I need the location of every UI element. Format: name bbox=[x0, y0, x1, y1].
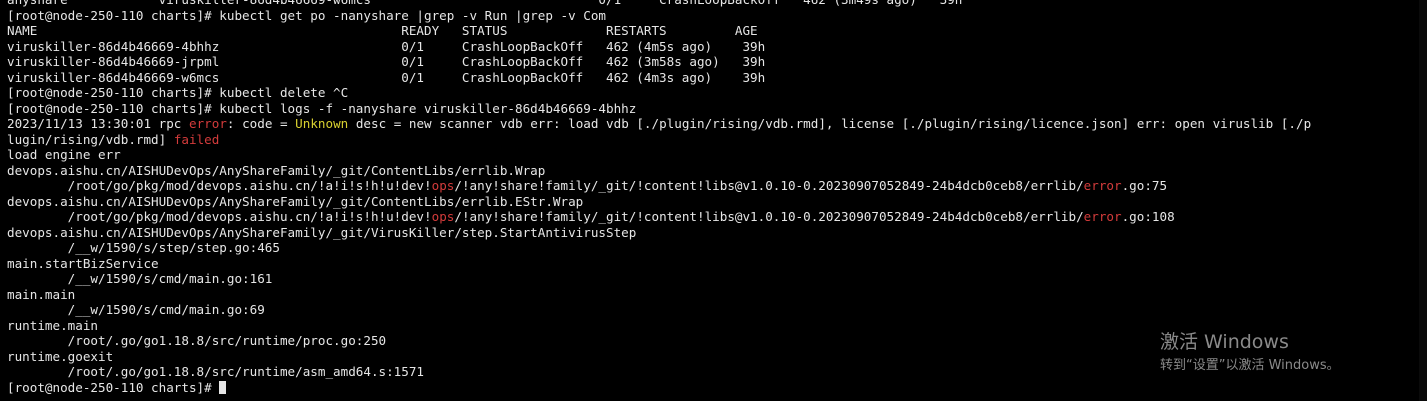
terminal-line: devops.aishu.cn/AISHUDevOps/AnyShareFami… bbox=[7, 225, 1417, 241]
terminal-text: /!any!share!family/_git/!content!libs@v1… bbox=[454, 178, 1084, 193]
watermark-title: 激活 Windows bbox=[1160, 331, 1289, 353]
highlight-error-text: ops bbox=[431, 178, 455, 193]
watermark-subtitle: 转到“设置”以激活 Windows。 bbox=[1160, 358, 1340, 373]
terminal-text: main.startBizService bbox=[7, 255, 159, 271]
terminal-text: desc = new scanner vdb err: load vdb [./… bbox=[348, 116, 1312, 131]
terminal-line: main.startBizService bbox=[7, 256, 1417, 272]
terminal-line: devops.aishu.cn/AISHUDevOps/AnyShareFami… bbox=[7, 194, 1417, 210]
highlight-error-text: error bbox=[188, 116, 227, 131]
terminal-line: /__w/1590/s/step/step.go:465 bbox=[7, 240, 1417, 256]
windows-activation-watermark: 激活 Windows 转到“设置”以激活 Windows。 bbox=[1160, 330, 1340, 375]
terminal-line: [root@node-250-110 charts]# kubectl dele… bbox=[7, 85, 1417, 101]
terminal-text: devops.aishu.cn/AISHUDevOps/AnyShareFami… bbox=[7, 162, 546, 178]
terminal-text: viruskiller-86d4b46669-jrpml 0/1 CrashLo… bbox=[7, 54, 766, 69]
terminal-text: 2023/11/13 13:30:01 rpc bbox=[7, 116, 189, 131]
terminal-text: .go:75 bbox=[1121, 178, 1168, 193]
terminal-line: [root@node-250-110 charts]# kubectl get … bbox=[7, 8, 1417, 24]
terminal-text: /!any!share!family/_git/!content!libs@v1… bbox=[454, 209, 1084, 224]
terminal-text: [root@node-250-110 charts]# kubectl dele… bbox=[7, 85, 349, 100]
terminal-text: NAME READY STATUS RESTARTS AGE bbox=[7, 23, 758, 38]
terminal-line: 2023/11/13 13:30:01 rpc error: code = Un… bbox=[7, 116, 1417, 132]
terminal-text: viruskiller-86d4b46669-4bhhz 0/1 CrashLo… bbox=[7, 38, 766, 54]
terminal-line: /__w/1590/s/cmd/main.go:69 bbox=[7, 302, 1417, 318]
highlight-error-text: ops bbox=[431, 209, 455, 224]
terminal-line: viruskiller-86d4b46669-w6mcs 0/1 CrashLo… bbox=[7, 70, 1417, 86]
terminal-line: lugin/rising/vdb.rmd] failed bbox=[7, 132, 1417, 148]
terminal-line: devops.aishu.cn/AISHUDevOps/AnyShareFami… bbox=[7, 163, 1417, 179]
highlight-error-text: failed bbox=[173, 131, 220, 147]
terminal-text: devops.aishu.cn/AISHUDevOps/AnyShareFami… bbox=[7, 193, 584, 209]
terminal-line: [root@node-250-110 charts]# kubectl logs… bbox=[7, 101, 1417, 117]
terminal-text: /root/.go/go1.18.8/src/runtime/proc.go:2… bbox=[7, 333, 387, 348]
terminal-text: /__w/1590/s/cmd/main.go:161 bbox=[7, 271, 273, 286]
terminal-text: main.main bbox=[7, 286, 76, 302]
terminal-line: anyshare viruskiller-86d4b46669-w6mcs 0/… bbox=[7, 0, 1417, 8]
terminal-text: viruskiller-86d4b46669-w6mcs 0/1 CrashLo… bbox=[7, 69, 766, 85]
terminal-line: /root/go/pkg/mod/devops.aishu.cn/!a!i!s!… bbox=[7, 178, 1417, 194]
terminal-text: anyshare viruskiller-86d4b46669-w6mcs 0/… bbox=[7, 0, 962, 7]
terminal-text: /root/go/pkg/mod/devops.aishu.cn/!a!i!s!… bbox=[7, 209, 432, 224]
terminal-scrollbar[interactable] bbox=[1419, 0, 1427, 401]
terminal-prompt-line: [root@node-250-110 charts]# bbox=[7, 380, 1417, 396]
terminal-text: /__w/1590/s/step/step.go:465 bbox=[7, 240, 280, 255]
terminal-cursor bbox=[219, 380, 227, 394]
highlight-keyword-text: Unknown bbox=[295, 116, 349, 131]
terminal-text: /root/go/pkg/mod/devops.aishu.cn/!a!i!s!… bbox=[7, 178, 432, 193]
terminal-text: [root@node-250-110 charts]# bbox=[7, 379, 220, 395]
terminal-line: viruskiller-86d4b46669-jrpml 0/1 CrashLo… bbox=[7, 54, 1417, 70]
terminal-text: [root@node-250-110 charts]# kubectl get … bbox=[7, 7, 606, 23]
terminal-text: /__w/1590/s/cmd/main.go:69 bbox=[7, 302, 265, 317]
terminal-text: devops.aishu.cn/AISHUDevOps/AnyShareFami… bbox=[7, 224, 637, 240]
terminal-line: viruskiller-86d4b46669-4bhhz 0/1 CrashLo… bbox=[7, 39, 1417, 55]
terminal-text: [root@node-250-110 charts]# kubectl logs… bbox=[7, 100, 637, 116]
terminal-text: lugin/rising/vdb.rmd] bbox=[7, 131, 174, 147]
terminal-text: runtime.goexit bbox=[7, 348, 114, 364]
terminal-text: runtime.main bbox=[7, 317, 98, 333]
terminal-text: /root/.go/go1.18.8/src/runtime/asm_amd64… bbox=[7, 364, 425, 379]
terminal-text: .go:108 bbox=[1121, 209, 1175, 224]
terminal-line: main.main bbox=[7, 287, 1417, 303]
terminal-line: NAME READY STATUS RESTARTS AGE bbox=[7, 23, 1417, 39]
terminal-line: /root/go/pkg/mod/devops.aishu.cn/!a!i!s!… bbox=[7, 209, 1417, 225]
terminal-line: load engine err bbox=[7, 147, 1417, 163]
terminal-text: load engine err bbox=[7, 147, 121, 162]
highlight-error-text: error bbox=[1083, 178, 1122, 193]
terminal-line: /__w/1590/s/cmd/main.go:161 bbox=[7, 271, 1417, 287]
highlight-error-text: error bbox=[1083, 209, 1122, 224]
terminal-text: : code = bbox=[226, 116, 296, 131]
